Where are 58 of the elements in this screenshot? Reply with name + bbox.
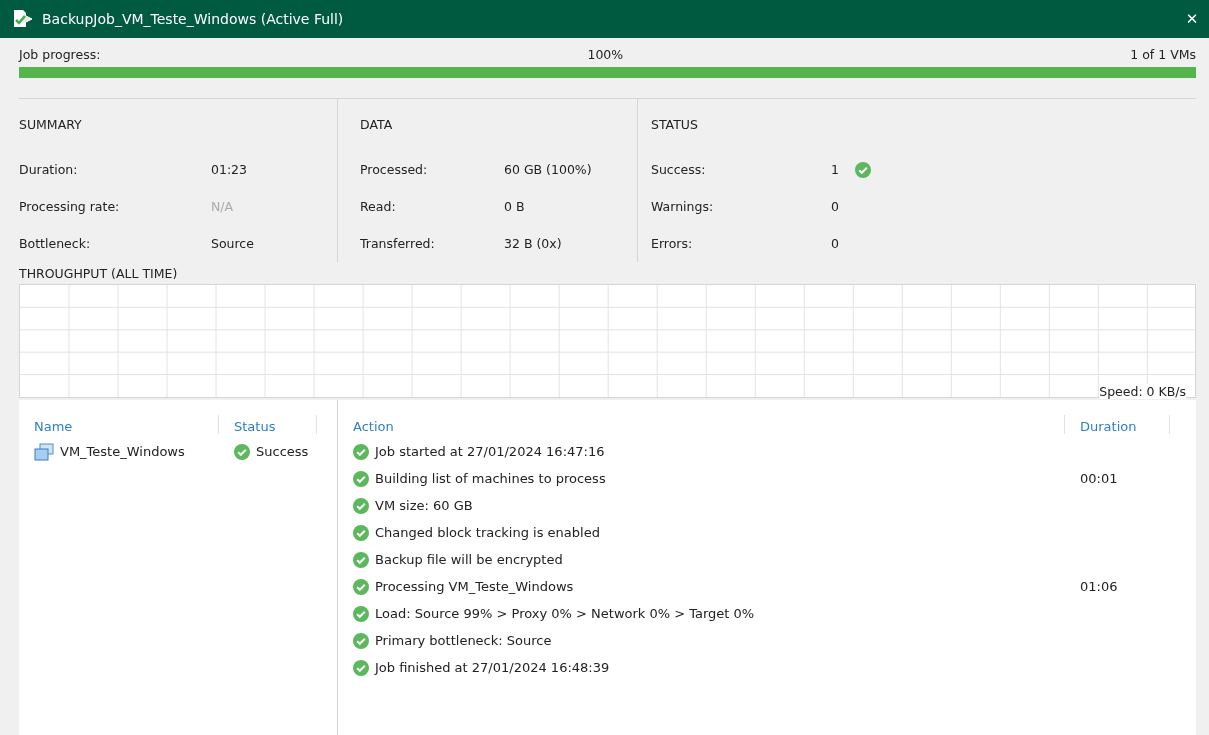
- log-action: Backup file will be encrypted: [375, 552, 563, 567]
- log-action: Changed block tracking is enabled: [375, 525, 600, 540]
- chart-title: THROUGHPUT (ALL TIME): [19, 266, 179, 281]
- log-duration: 01:06: [1080, 579, 1118, 594]
- stat-value: 0 B: [504, 199, 525, 214]
- check-icon: [353, 470, 369, 487]
- log-action: Building list of machines to process: [375, 471, 606, 486]
- stat-value: 0: [831, 236, 840, 251]
- check-icon: [353, 605, 369, 622]
- progress-label: Job progress:: [19, 47, 101, 62]
- stat-value: 1: [831, 162, 840, 177]
- check-icon: [353, 659, 369, 676]
- window-title: BackupJob_VM_Teste_Windows (Active Full): [42, 11, 345, 27]
- vm-name[interactable]: VM_Teste_Windows: [60, 444, 185, 459]
- stat-label: Warnings:: [651, 199, 715, 214]
- stat-label: Success:: [651, 162, 707, 177]
- stat-value: 0: [831, 199, 840, 214]
- stat-value: N/A: [211, 199, 234, 214]
- check-icon: [855, 161, 871, 178]
- speed-label: Speed: 0 KB/s: [1099, 384, 1186, 399]
- stat-label: Processing rate:: [19, 199, 121, 214]
- log-action: VM size: 60 GB: [375, 498, 473, 513]
- column-header[interactable]: Name: [19, 415, 219, 434]
- log-action: Primary bottleneck: Source: [375, 633, 552, 648]
- stat-value: 60 GB (100%): [504, 162, 592, 177]
- section-heading: DATA: [360, 117, 394, 132]
- check-icon: [353, 551, 369, 568]
- log-action: Job started at 27/01/2024 16:47:16: [375, 444, 605, 459]
- stat-label: Bottleneck:: [19, 236, 92, 251]
- check-icon: [353, 578, 369, 595]
- vm-count: 1 of 1 VMs: [1130, 47, 1196, 62]
- stat-label: Transferred:: [360, 236, 436, 251]
- column-header[interactable]: Action: [338, 415, 1065, 434]
- check-icon: [353, 497, 369, 514]
- log-action: Load: Source 99% > Proxy 0% > Network 0% > Target 0%: [375, 606, 755, 621]
- stat-label: Processed:: [360, 162, 429, 177]
- column-header[interactable]: Status: [219, 415, 317, 434]
- stat-value: 01:23: [211, 162, 248, 177]
- section-heading: STATUS: [651, 117, 699, 132]
- close-button[interactable]: ✕: [1175, 2, 1209, 36]
- check-icon: [353, 443, 369, 460]
- vm-status: Success: [256, 444, 309, 459]
- log-action: Processing VM_Teste_Windows: [375, 579, 574, 594]
- document-check-icon: [12, 9, 34, 29]
- section-heading: SUMMARY: [19, 117, 83, 132]
- vm-icon: [34, 442, 54, 461]
- check-icon: [353, 632, 369, 649]
- check-icon: [353, 524, 369, 541]
- log-duration: 00:01: [1080, 471, 1118, 486]
- stat-value: 32 B (0x): [504, 236, 562, 251]
- check-icon: [234, 443, 250, 460]
- progress-percent: 100%: [586, 47, 625, 62]
- log-action: Job finished at 27/01/2024 16:48:39: [375, 660, 610, 675]
- stat-label: Read:: [360, 199, 397, 214]
- stat-value: Source: [211, 236, 254, 251]
- stat-label: Errors:: [651, 236, 694, 251]
- stat-label: Duration:: [19, 162, 79, 177]
- column-header[interactable]: Duration: [1065, 415, 1170, 434]
